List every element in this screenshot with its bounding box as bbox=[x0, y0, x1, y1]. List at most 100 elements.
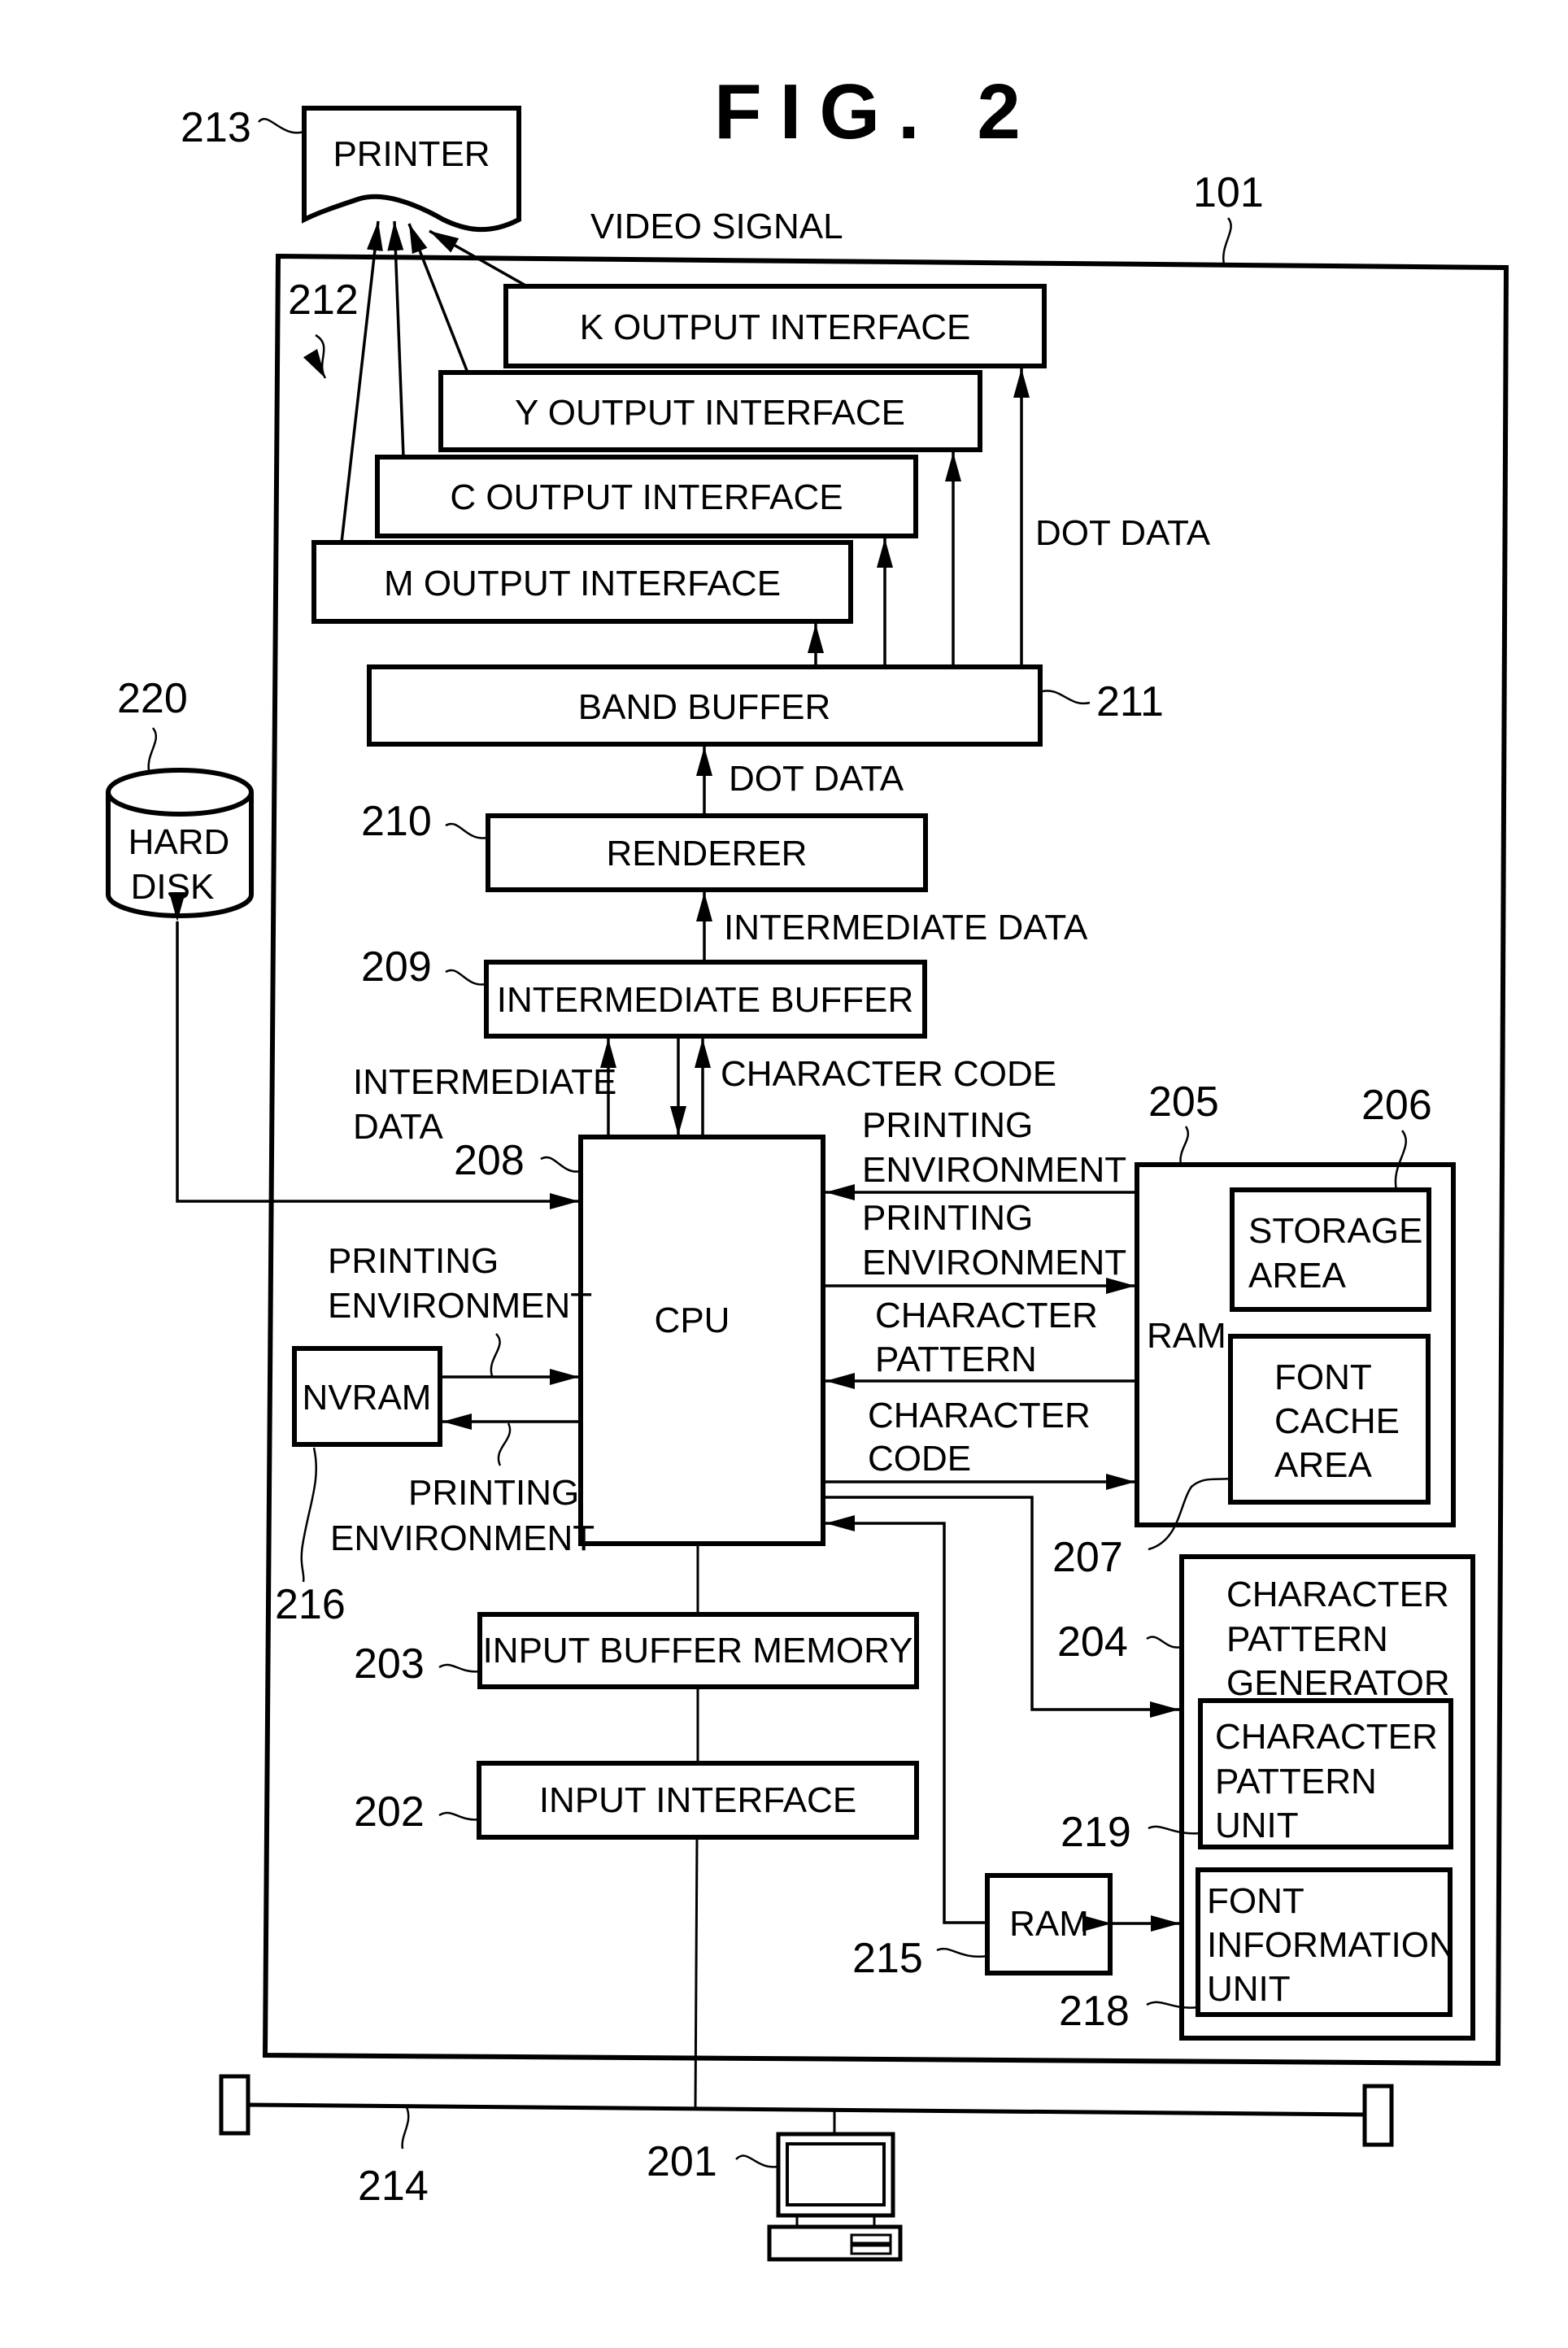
input-buffer-memory-label: INPUT BUFFER MEMORY bbox=[483, 1631, 913, 1671]
font-information-unit-218: FONT INFORMATION UNIT bbox=[1196, 1867, 1455, 2017]
printing-env-to-ram-line1: PRINTING bbox=[862, 1198, 1033, 1238]
video-signal-label: VIDEO SIGNAL bbox=[590, 207, 843, 246]
host-screen bbox=[786, 2142, 886, 2206]
intermediate-data-left-line2: DATA bbox=[353, 1107, 443, 1147]
ref-208: 208 bbox=[454, 1137, 525, 1184]
ref-206: 206 bbox=[1361, 1082, 1432, 1129]
character-code-to-ram-line2: CODE bbox=[868, 1439, 971, 1479]
printing-env-to-cpu-line2: ENVIRONMENT bbox=[328, 1286, 592, 1326]
nvram-label: NVRAM bbox=[303, 1378, 432, 1418]
ref-204: 204 bbox=[1057, 1618, 1128, 1666]
hard-disk: HARD DISK bbox=[106, 768, 254, 918]
ref-219: 219 bbox=[1061, 1809, 1131, 1856]
ref-220: 220 bbox=[117, 675, 188, 722]
font-cache-line3: AREA bbox=[1274, 1445, 1372, 1485]
cpu-label: CPU bbox=[655, 1300, 730, 1340]
printer-213: PRINTER bbox=[302, 106, 521, 233]
ref-211: 211 bbox=[1096, 678, 1164, 725]
arrow-y-to-printer bbox=[407, 223, 469, 373]
input-buffer-memory: INPUT BUFFER MEMORY bbox=[477, 1612, 919, 1689]
leader-208 bbox=[540, 1156, 581, 1173]
cpg-line3: GENERATOR bbox=[1226, 1663, 1450, 1703]
leader-204 bbox=[1146, 1636, 1183, 1649]
cpu-unit-line3: UNIT bbox=[1215, 1806, 1299, 1845]
font-info-line3: UNIT bbox=[1207, 1969, 1291, 2009]
ram-215: RAM bbox=[985, 1873, 1113, 1976]
host-drive-slot-2 bbox=[850, 2244, 892, 2255]
leader-213 bbox=[258, 118, 305, 134]
ref-210: 210 bbox=[361, 798, 432, 845]
leader-201 bbox=[735, 2154, 779, 2168]
storage-area-line1: STORAGE bbox=[1248, 1211, 1422, 1251]
ref-213: 213 bbox=[181, 104, 251, 151]
cpg-line1: CHARACTER bbox=[1226, 1575, 1449, 1614]
printing-env-from-ram-line2: ENVIRONMENT bbox=[862, 1150, 1126, 1190]
leader-101 bbox=[1222, 217, 1232, 265]
ref-201: 201 bbox=[647, 2138, 717, 2185]
leader-216 bbox=[300, 1447, 317, 1583]
dot-data-upper-label: DOT DATA bbox=[1035, 513, 1211, 553]
network-terminator-left bbox=[219, 2074, 250, 2136]
cpu: CPU bbox=[578, 1135, 825, 1546]
bus-interface-to-network bbox=[694, 1836, 699, 2110]
printing-env-to-nvram-line2: ENVIRONMENT bbox=[330, 1518, 595, 1558]
arrow-m-to-printer bbox=[340, 220, 383, 543]
leader-211 bbox=[1042, 690, 1091, 705]
ram-215-label: RAM bbox=[1009, 1904, 1089, 1944]
intermediate-data-left-line1: INTERMEDIATE bbox=[353, 1062, 616, 1102]
k-output-label: K OUTPUT INTERFACE bbox=[580, 307, 971, 347]
ref-205: 205 bbox=[1148, 1078, 1219, 1126]
intermediate-data-right-label: INTERMEDIATE DATA bbox=[724, 908, 1088, 947]
c-output-interface: C OUTPUT INTERFACE bbox=[375, 455, 918, 538]
ref-215: 215 bbox=[852, 1935, 923, 1982]
m-output-label: M OUTPUT INTERFACE bbox=[384, 564, 781, 603]
printing-env-to-cpu-line1: PRINTING bbox=[328, 1241, 499, 1281]
renderer: RENDERER bbox=[486, 813, 928, 892]
leader-209 bbox=[445, 969, 487, 986]
m-output-interface: M OUTPUT INTERFACE bbox=[311, 540, 853, 624]
font-cache-line1: FONT bbox=[1274, 1357, 1372, 1397]
character-code-top-label: CHARACTER CODE bbox=[721, 1054, 1056, 1094]
intermediate-buffer: INTERMEDIATE BUFFER bbox=[484, 960, 927, 1039]
font-cache-line2: CACHE bbox=[1274, 1401, 1400, 1441]
ref-212: 212 bbox=[288, 277, 359, 324]
ref-101: 101 bbox=[1193, 169, 1264, 216]
input-interface: INPUT INTERFACE bbox=[477, 1761, 919, 1840]
cpu-unit-line1: CHARACTER bbox=[1215, 1717, 1438, 1757]
fig2-block-diagram: FIG. 2 PRINTER 213 VIDEO SIGNAL 101 212 … bbox=[106, 68, 1509, 2262]
leader-205 bbox=[1179, 1126, 1189, 1165]
host-drive-slot-1 bbox=[850, 2233, 892, 2245]
ref-216: 216 bbox=[275, 1581, 346, 1628]
network-terminator-right bbox=[1362, 2084, 1394, 2147]
renderer-label: RENDERER bbox=[607, 834, 808, 873]
ref-218: 218 bbox=[1059, 1988, 1130, 2035]
y-output-label: Y OUTPUT INTERFACE bbox=[515, 393, 905, 433]
character-pattern-line1: CHARACTER bbox=[875, 1296, 1098, 1335]
intermediate-buffer-label: INTERMEDIATE BUFFER bbox=[497, 980, 914, 1020]
figure-title: FIG. 2 bbox=[714, 68, 1039, 155]
host-computer-201 bbox=[767, 2110, 903, 2262]
ref-209: 209 bbox=[361, 943, 432, 991]
printer-label: PRINTER bbox=[333, 134, 490, 174]
arrow-ram215-cpu bbox=[825, 1515, 1015, 1931]
char-pattern-unit-219: CHARACTER PATTERN UNIT bbox=[1198, 1698, 1453, 1849]
ref-202: 202 bbox=[354, 1788, 425, 1836]
font-info-line1: FONT bbox=[1207, 1881, 1304, 1921]
font-info-line2: INFORMATION bbox=[1207, 1925, 1455, 1965]
cpg-line2: PATTERN bbox=[1226, 1619, 1388, 1659]
ram-205-label: RAM bbox=[1147, 1316, 1226, 1356]
k-output-interface: K OUTPUT INTERFACE bbox=[503, 284, 1047, 368]
storage-area-line2: AREA bbox=[1248, 1256, 1346, 1296]
character-pattern-line2: PATTERN bbox=[875, 1340, 1037, 1379]
nvram: NVRAM bbox=[292, 1346, 442, 1447]
leader-210 bbox=[445, 822, 489, 839]
leader-212 bbox=[303, 333, 327, 379]
leader-214 bbox=[401, 2106, 410, 2150]
storage-area-206: STORAGE AREA bbox=[1230, 1187, 1431, 1312]
hard-disk-line1: HARD bbox=[128, 822, 230, 862]
band-buffer: BAND BUFFER bbox=[367, 664, 1043, 747]
leader-202 bbox=[438, 1811, 480, 1821]
printing-env-to-ram-line2: ENVIRONMENT bbox=[862, 1243, 1126, 1283]
band-buffer-label: BAND BUFFER bbox=[578, 687, 830, 727]
font-cache-area-207: FONT CACHE AREA bbox=[1228, 1334, 1431, 1505]
